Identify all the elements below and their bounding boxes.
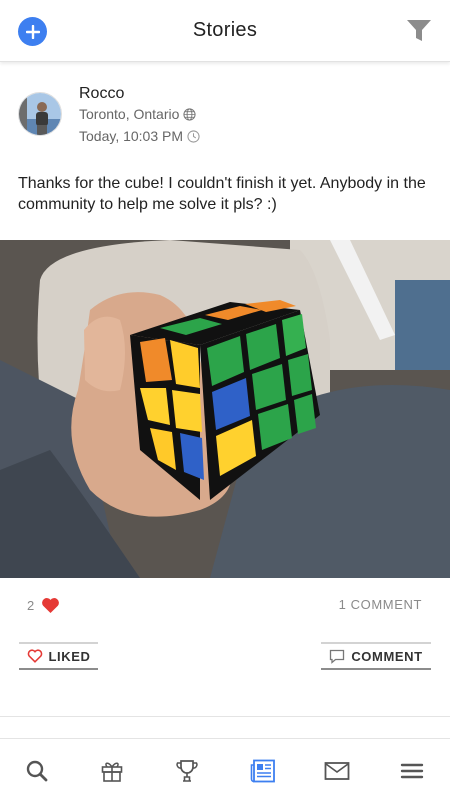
comment-bubble-icon bbox=[330, 649, 345, 664]
post-stats: 2 1 COMMENT bbox=[0, 594, 450, 616]
location-text: Toronto, Ontario bbox=[79, 106, 180, 122]
author-name[interactable]: Rocco bbox=[79, 85, 124, 103]
like-count-number: 2 bbox=[27, 598, 35, 613]
comment-button[interactable]: COMMENT bbox=[321, 642, 431, 670]
globe-icon bbox=[183, 107, 196, 121]
bottom-nav bbox=[0, 738, 450, 800]
like-count[interactable]: 2 bbox=[27, 597, 60, 614]
newspaper-icon bbox=[250, 759, 275, 783]
comment-count[interactable]: 1 COMMENT bbox=[339, 597, 422, 612]
tab-menu[interactable] bbox=[397, 757, 427, 785]
app-header: Stories bbox=[0, 0, 450, 62]
tab-messages[interactable] bbox=[322, 757, 352, 785]
comment-button-label: COMMENT bbox=[351, 648, 423, 664]
funnel-icon bbox=[407, 20, 431, 41]
post-text: Thanks for the cube! I couldn't finish i… bbox=[18, 175, 426, 213]
mail-icon bbox=[324, 762, 350, 780]
tab-search[interactable] bbox=[22, 757, 52, 785]
like-button[interactable]: LIKED bbox=[19, 642, 98, 670]
tab-gifts[interactable] bbox=[97, 757, 127, 785]
post-photo[interactable] bbox=[0, 240, 450, 578]
feed-divider bbox=[0, 716, 450, 717]
time-text: Today, 10:03 PM bbox=[79, 128, 184, 144]
heart-filled-icon bbox=[42, 598, 60, 614]
post-header: Rocco Toronto, Ontario Today, 10:03 PM bbox=[18, 85, 438, 151]
trophy-icon bbox=[176, 760, 198, 782]
post-actions: LIKED COMMENT bbox=[0, 642, 450, 672]
clock-icon bbox=[187, 129, 200, 143]
page-title: Stories bbox=[192, 19, 258, 41]
avatar[interactable] bbox=[18, 92, 62, 136]
tab-stories[interactable] bbox=[248, 757, 278, 785]
tab-achievements[interactable] bbox=[172, 757, 202, 785]
heart-outline-icon bbox=[27, 649, 42, 663]
post-time: Today, 10:03 PM bbox=[79, 128, 200, 144]
gift-icon bbox=[101, 762, 123, 782]
like-button-label: LIKED bbox=[48, 648, 91, 664]
filter-button[interactable] bbox=[406, 19, 432, 43]
post-location: Toronto, Ontario bbox=[79, 106, 196, 122]
menu-icon bbox=[400, 763, 424, 779]
search-icon bbox=[26, 760, 48, 782]
